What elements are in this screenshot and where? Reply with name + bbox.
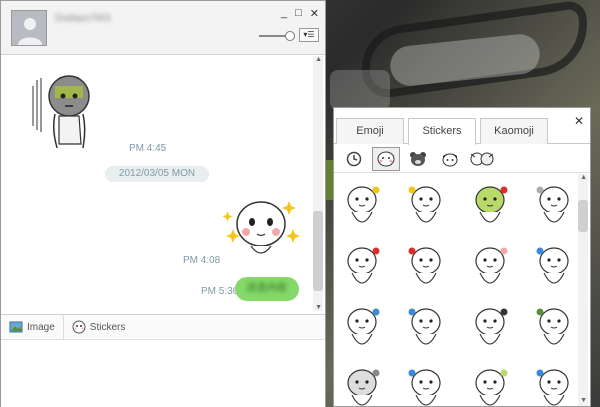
tab-stickers[interactable]: Stickers [408, 118, 476, 145]
sticker-grid [340, 180, 576, 407]
stickers-button[interactable]: Stickers [62, 314, 134, 340]
blushing-stickman-sticker[interactable] [221, 194, 301, 264]
slider-knob[interactable] [285, 31, 295, 41]
category-pair[interactable] [468, 147, 496, 171]
image-button[interactable]: Image [1, 314, 63, 340]
chat-toolbar: Image Stickers [1, 314, 325, 340]
sticker-item[interactable] [468, 180, 512, 236]
category-girl[interactable] [436, 147, 464, 171]
sticker-item[interactable] [532, 241, 576, 297]
avatar[interactable] [11, 10, 47, 46]
sticker-item[interactable] [532, 302, 576, 358]
category-recent[interactable] [340, 147, 368, 171]
sticker-item[interactable] [404, 180, 448, 236]
panel-tabs: Emoji Stickers Kaomoji [334, 108, 590, 145]
tab-emoji[interactable]: Emoji [336, 118, 404, 144]
message-text: 訊息內容 [247, 283, 287, 294]
chat-window: Dodayo7601 _ □ ✕ ▾☰ PM 4:45 2012/03/05 M… [0, 0, 326, 407]
sticker-item[interactable] [468, 302, 512, 358]
sticker-item[interactable] [404, 302, 448, 358]
menu-icon: ▾☰ [303, 30, 315, 39]
scroll-up-icon[interactable]: ▲ [315, 56, 322, 63]
sticker-item[interactable] [532, 363, 576, 407]
timestamp: PM 4:45 [129, 143, 167, 154]
person-icon [18, 18, 42, 45]
sticker-item[interactable] [340, 241, 384, 297]
sticker-item[interactable] [532, 180, 576, 236]
category-bear[interactable] [404, 147, 432, 171]
sticker-item[interactable] [340, 363, 384, 407]
sticker-item[interactable] [340, 302, 384, 358]
username: Dodayo7601 [55, 13, 112, 24]
message-bubble[interactable]: 訊息內容 [235, 277, 299, 301]
sticker-icon [72, 320, 86, 334]
stickers-label: Stickers [89, 321, 126, 333]
pair-icon [470, 152, 494, 165]
sticker-item[interactable] [468, 241, 512, 297]
timestamp: PM 4:08 [183, 255, 221, 266]
panel-scroll-down-icon[interactable]: ▼ [580, 397, 587, 404]
tab-kaomoji[interactable]: Kaomoji [480, 118, 548, 144]
panel-close-button[interactable]: ✕ [574, 114, 584, 128]
girl-icon [442, 153, 458, 166]
stickman-icon [377, 151, 395, 166]
date-divider: 2012/03/05 MON [105, 166, 209, 182]
sticker-item[interactable] [468, 363, 512, 407]
category-stickman[interactable] [372, 146, 400, 171]
scrollbar-thumb[interactable] [313, 211, 323, 291]
sad-stickman-sticker[interactable] [27, 66, 117, 156]
sticker-item[interactable] [340, 180, 384, 236]
background-graffiti [330, 0, 600, 110]
sticker-categories [334, 145, 590, 173]
message-input[interactable] [1, 341, 325, 407]
window-controls: _ □ ✕ [281, 7, 319, 20]
chat-header: Dodayo7601 _ □ ✕ ▾☰ [1, 1, 325, 55]
image-label: Image [27, 321, 55, 333]
minimize-button[interactable]: _ [281, 7, 287, 20]
message-list: PM 4:45 2012/03/05 MON PM 4:08 PM 5:36 訊… [1, 56, 325, 311]
panel-scrollbar-thumb[interactable] [578, 200, 588, 232]
menu-button[interactable]: ▾☰ [299, 28, 319, 42]
image-icon [9, 321, 23, 333]
sticker-item[interactable] [404, 241, 448, 297]
bear-icon [410, 151, 426, 166]
sticker-panel: Emoji Stickers Kaomoji ✕ ▲ ▼ [333, 107, 591, 407]
sticker-item[interactable] [404, 363, 448, 407]
timestamp: PM 5:36 [201, 286, 239, 297]
close-button[interactable]: ✕ [310, 7, 319, 20]
panel-scroll-up-icon[interactable]: ▲ [580, 174, 587, 181]
maximize-button[interactable]: □ [295, 7, 302, 20]
scroll-down-icon[interactable]: ▼ [315, 304, 322, 311]
clock-icon [346, 151, 362, 166]
